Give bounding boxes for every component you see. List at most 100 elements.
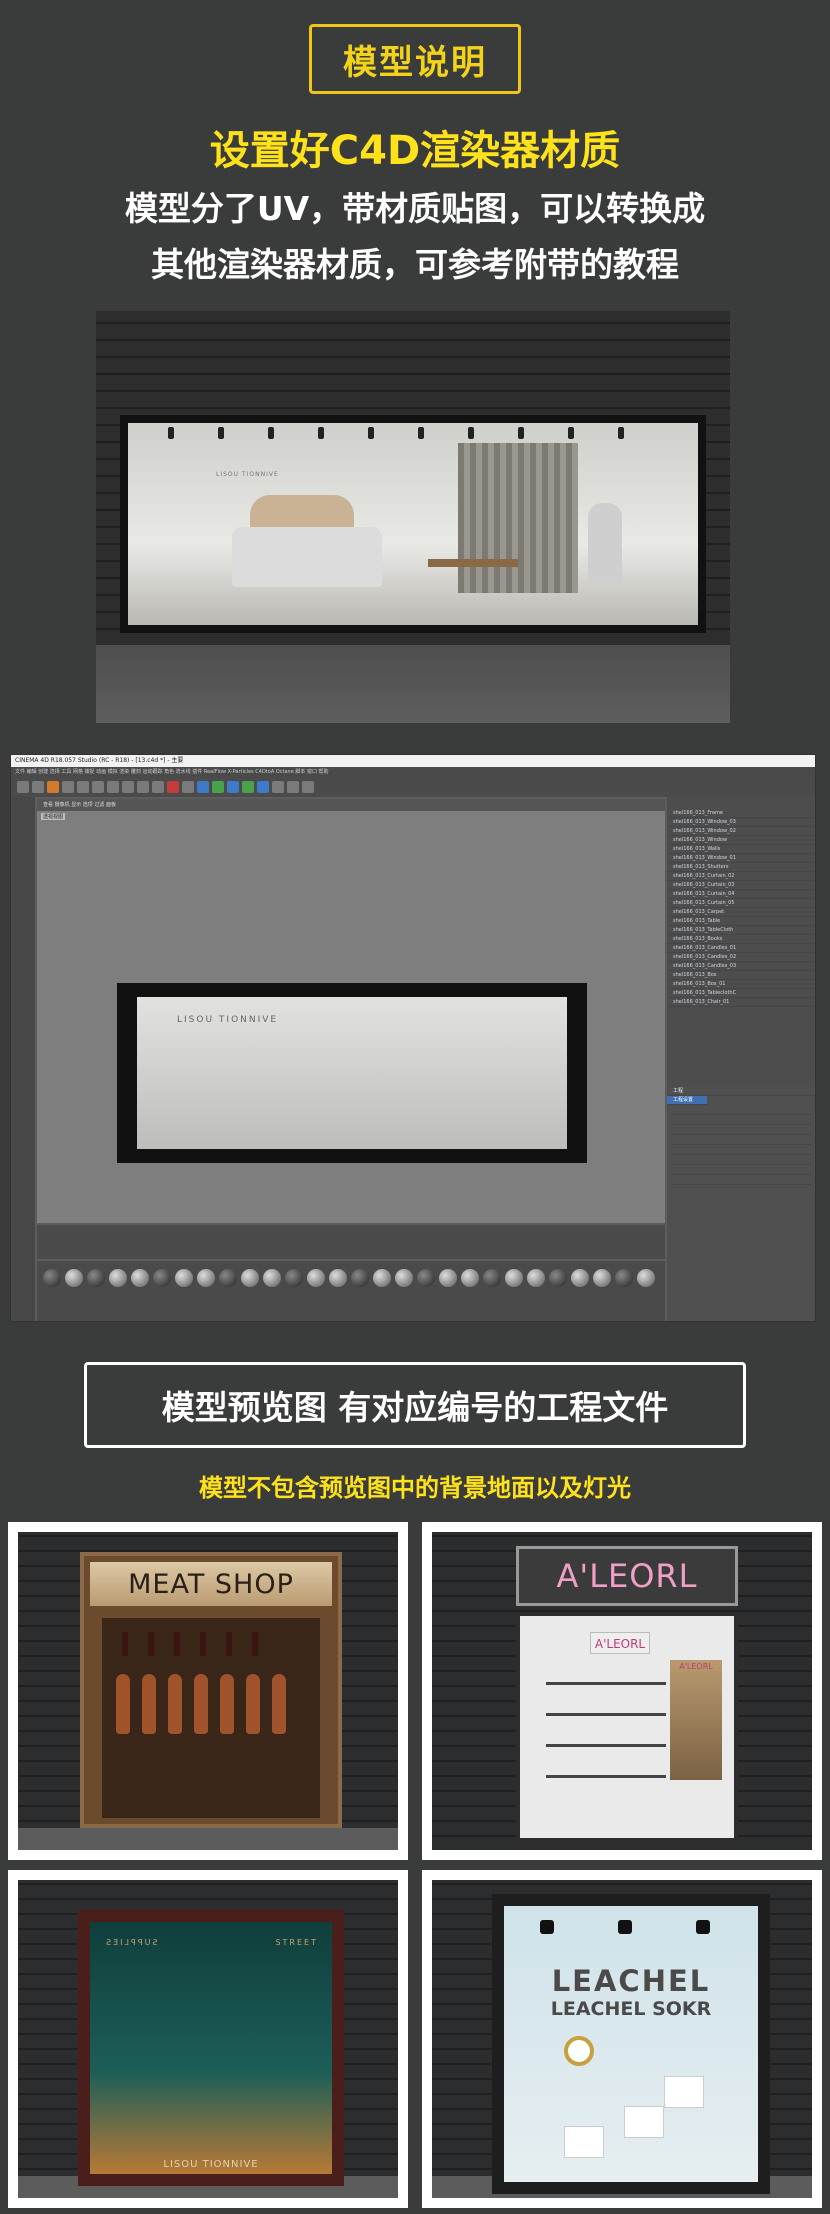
object-list-item[interactable]: shel166_013_TableCloth (667, 926, 815, 935)
ham (272, 1674, 286, 1734)
light-icon (302, 781, 314, 793)
preview-title-box: 模型预览图 有对应编号的工程文件 (84, 1362, 746, 1448)
coord-icon (152, 781, 164, 793)
y-axis-icon (122, 781, 134, 793)
spotlight-icon (168, 427, 174, 439)
object-list-item[interactable]: shel166_013_Curtain_05 (667, 899, 815, 908)
object-list-item[interactable]: shel166_013_Frame (667, 809, 815, 818)
material-swatch[interactable] (417, 1269, 435, 1287)
object-manager: shel166_013_Frame shel166_013_Window_03 sh… (667, 797, 815, 1321)
object-list-item[interactable]: shel166_013_Books (667, 935, 815, 944)
c4d-left-toolbar (11, 797, 35, 1321)
material-swatch[interactable] (571, 1269, 589, 1287)
attr-row[interactable] (671, 1145, 813, 1155)
attr-row[interactable] (671, 1155, 813, 1165)
gift-box (564, 2126, 604, 2158)
material-swatch[interactable] (615, 1269, 633, 1287)
timeline[interactable] (37, 1225, 665, 1259)
floor (18, 1828, 398, 1850)
attr-tab[interactable]: 工程设置 (667, 1096, 707, 1105)
object-list-item[interactable]: shel166_013_Shutters (667, 863, 815, 872)
object-list: shel166_013_Frame shel166_013_Window_03 sh… (667, 809, 815, 1069)
material-swatch[interactable] (439, 1269, 457, 1287)
material-swatch[interactable] (219, 1269, 237, 1287)
card-image: SUPPLIES STREET LISOU TIONNIVE (18, 1880, 398, 2198)
spotlight-icon (568, 427, 574, 439)
x-axis-icon (107, 781, 119, 793)
object-list-item[interactable]: shel166_013_Carpet (667, 908, 815, 917)
camera-icon (287, 781, 299, 793)
material-swatch[interactable] (65, 1269, 83, 1287)
render-view-icon (182, 781, 194, 793)
material-swatch[interactable] (483, 1269, 501, 1287)
material-swatch[interactable] (285, 1269, 303, 1287)
ham (142, 1674, 156, 1734)
object-list-item[interactable]: shel166_013_Curtain_03 (667, 881, 815, 890)
preview-subtitle: 模型不包含预览图中的背景地面以及灯光 (199, 1474, 631, 1502)
viewport-label: 透视视图 (41, 813, 66, 820)
preview-card-teal: SUPPLIES STREET LISOU TIONNIVE (8, 1870, 408, 2208)
object-list-item[interactable]: shel166_013_Candles_01 (667, 944, 815, 953)
render-icon (167, 781, 179, 793)
material-swatch[interactable] (241, 1269, 259, 1287)
material-swatch[interactable] (505, 1269, 523, 1287)
object-list-item[interactable]: shel166_013_Candles_02 (667, 953, 815, 962)
section-badge: 模型说明 (309, 24, 521, 94)
material-swatch[interactable] (373, 1269, 391, 1287)
attr-row[interactable] (671, 1165, 813, 1175)
object-list-item[interactable]: shel166_013_Curtain_02 (667, 872, 815, 881)
object-list-item[interactable]: shel166_013_Window (667, 836, 815, 845)
object-list-item[interactable]: shel166_013_Candles_03 (667, 962, 815, 971)
material-swatch[interactable] (43, 1269, 61, 1287)
spotlight-icon (268, 427, 274, 439)
c4d-title-bar: CINEMA 4D R18.057 Studio (RC - R18) - [1… (11, 755, 815, 767)
object-list-item[interactable]: shel166_013_Box (667, 971, 815, 980)
object-list-item[interactable]: shel166_013_Curtain_04 (667, 890, 815, 899)
attr-row[interactable] (671, 1175, 813, 1185)
cosmetics-shelf (546, 1666, 666, 1806)
window-interior: SUPPLIES STREET LISOU TIONNIVE (90, 1922, 332, 2174)
material-swatch[interactable] (263, 1269, 281, 1287)
material-swatch[interactable] (461, 1269, 479, 1287)
attr-row[interactable] (671, 1105, 813, 1115)
material-swatch[interactable] (637, 1269, 655, 1287)
material-swatch[interactable] (131, 1269, 149, 1287)
object-list-item[interactable]: shel166_013_Table (667, 917, 815, 926)
viewport[interactable]: LISOU TIONNIVE (37, 811, 665, 1223)
material-swatch[interactable] (175, 1269, 193, 1287)
object-list-item[interactable]: shel166_013_TableclothC (667, 989, 815, 998)
object-list-item[interactable]: shel166_013_Window_03 (667, 818, 815, 827)
material-swatch[interactable] (395, 1269, 413, 1287)
material-swatch[interactable] (549, 1269, 567, 1287)
window-text-bottom: LISOU TIONNIVE (163, 2159, 259, 2170)
material-swatch[interactable] (329, 1269, 347, 1287)
material-swatch[interactable] (527, 1269, 545, 1287)
shop-sign: MEAT SHOP (90, 1562, 332, 1606)
material-swatch[interactable] (197, 1269, 215, 1287)
attr-row[interactable] (671, 1115, 813, 1125)
material-swatch[interactable] (87, 1269, 105, 1287)
move-icon (62, 781, 74, 793)
window-interior: LEACHEL LEACHEL SOKR (504, 1906, 758, 2182)
card-image: A'LEORL A'LEORL A'LEORL (432, 1532, 812, 1850)
object-list-item[interactable]: shel166_013_Window_02 (667, 827, 815, 836)
object-list-item[interactable]: shel166_013_Box_01 (667, 980, 815, 989)
watch (564, 2036, 594, 2066)
bed (232, 527, 382, 587)
object-list-item[interactable]: shel166_013_Walls (667, 845, 815, 854)
material-swatch[interactable] (351, 1269, 369, 1287)
attr-row[interactable] (671, 1125, 813, 1135)
object-list-item[interactable]: shel166_013_Window_01 (667, 854, 815, 863)
attr-title: 工程 (667, 1087, 815, 1096)
attr-row[interactable] (671, 1135, 813, 1145)
object-list-item[interactable]: shel166_013_Chair_01 (667, 998, 815, 1007)
material-swatch[interactable] (593, 1269, 611, 1287)
material-swatch[interactable] (307, 1269, 325, 1287)
store-brand: LISOU TIONNIVE (216, 471, 279, 478)
material-swatch[interactable] (109, 1269, 127, 1287)
window-text-right: STREET (275, 1938, 318, 1947)
material-swatch[interactable] (153, 1269, 171, 1287)
ham (220, 1674, 234, 1734)
bottle (252, 1632, 258, 1656)
gift-box (624, 2106, 664, 2138)
